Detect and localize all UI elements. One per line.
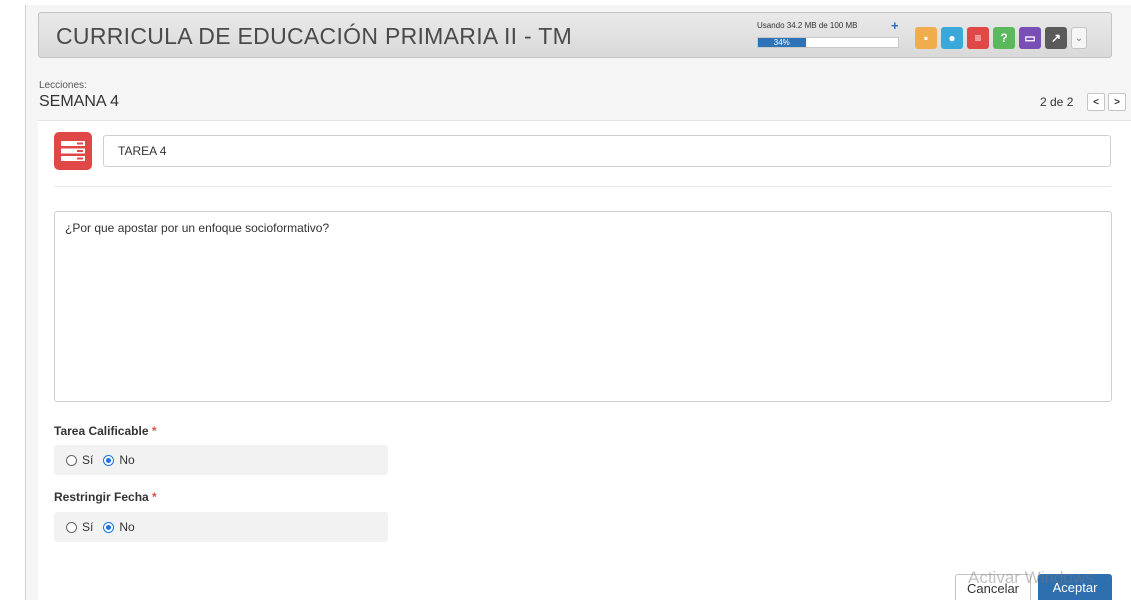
lesson-name: SEMANA 4 [39,93,120,110]
storage-usage: Usando 34.2 MB de 100 MB + 34% [757,18,917,48]
graded-radio-group: Sí No [54,445,388,475]
restrict-yes-option[interactable]: Sí [66,520,93,534]
chart-icon: ↗ [1050,31,1062,45]
restrict-radio-group: Sí No [54,512,388,542]
more-menu-button[interactable]: ⌄ [1071,27,1087,49]
restrict-no-radio[interactable] [103,521,115,533]
restrict-yes-radio[interactable] [66,521,77,533]
course-title: CURRICULA DE EDUCACIÓN PRIMARIA II - TM [56,23,573,49]
briefcase-icon: ▪ [923,31,929,45]
restrict-no-label: No [119,520,135,534]
top-border [25,0,1131,5]
briefcase-icon-button[interactable]: ▪ [915,27,937,49]
course-header: CURRICULA DE EDUCACIÓN PRIMARIA II - TM … [38,12,1112,58]
graded-field-label: Tarea Calificable * [54,424,157,438]
restrict-yes-label: Sí [82,520,94,534]
restrict-label-text: Restringir Fecha [54,490,149,504]
graded-label-text: Tarea Calificable [54,424,149,438]
graded-yes-option[interactable]: Sí [66,453,93,467]
graded-yes-label: Sí [82,453,94,467]
help-icon: ? [1000,31,1008,45]
laptop-icon: ▭ [1024,31,1036,45]
required-mark: * [151,424,157,438]
task-title-input[interactable]: TAREA 4 [103,135,1111,167]
storage-progress-fill: 34% [758,38,806,47]
lessons-label: Lecciones: [39,80,87,91]
restrict-field-label: Restringir Fecha * [54,490,157,504]
prev-lesson-button[interactable]: < [1087,93,1105,111]
task-list-icon-button[interactable]: ≡ [967,27,989,49]
chat-icon: ● [948,31,956,45]
help-icon-button[interactable]: ? [993,27,1015,49]
chat-icon-button[interactable]: ● [941,27,963,49]
laptop-icon-button[interactable]: ▭ [1019,27,1041,49]
add-storage-button[interactable]: + [891,18,899,33]
pager-text: 2 de 2 [1040,95,1074,109]
storage-progress-bar: 34% [757,37,899,48]
graded-no-label: No [119,453,135,467]
windows-activation-watermark: Activar Windows [968,568,1094,587]
divider [54,186,1111,187]
required-mark: * [152,490,157,504]
graded-no-option[interactable]: No [103,453,135,467]
graded-no-radio[interactable] [103,454,115,466]
chart-icon-button[interactable]: ↗ [1045,27,1067,49]
chevron-down-icon: ⌄ [1074,32,1084,44]
task-description-textarea[interactable]: ¿Por que apostar por un enfoque sociofor… [54,211,1112,402]
task-list-icon: ≡ [974,31,982,45]
graded-yes-radio[interactable] [66,454,77,466]
task-list-icon [54,132,92,170]
restrict-no-option[interactable]: No [103,520,135,534]
next-lesson-button[interactable]: > [1108,93,1126,111]
